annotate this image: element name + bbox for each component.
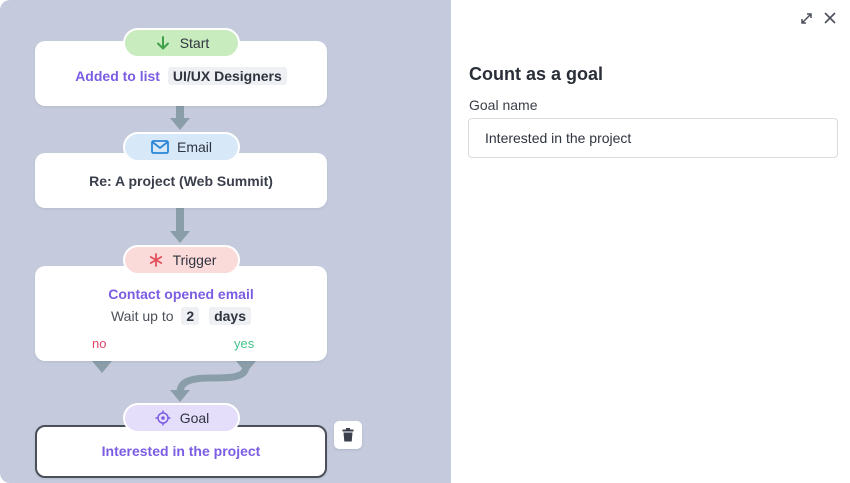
goal-pill[interactable]: Goal — [123, 403, 240, 433]
arrow-down-icon — [154, 34, 172, 52]
flow-canvas: Added to list UI/UX Designers Start Re: … — [0, 0, 451, 483]
expand-icon[interactable] — [798, 10, 814, 26]
wait-prefix: Wait up to — [110, 308, 174, 324]
trigger-card[interactable]: Contact opened email Wait up to 2 days n… — [35, 266, 327, 361]
wait-value: 2 — [181, 307, 200, 325]
branch-yes-label: yes — [234, 336, 255, 351]
wait-unit: days — [209, 307, 251, 325]
start-pill-label: Start — [179, 35, 210, 51]
trigger-wait: Wait up to 2 days — [35, 307, 327, 325]
goal-name-label: Goal name — [469, 97, 538, 113]
asterisk-icon — [147, 251, 165, 269]
start-description: Added to list UI/UX Designers — [35, 67, 327, 85]
branch-no-label: no — [92, 336, 107, 351]
goal-name-input[interactable] — [468, 118, 838, 158]
target-icon — [154, 409, 172, 427]
delete-goal-button[interactable] — [334, 421, 362, 449]
trigger-pill-label: Trigger — [172, 252, 217, 268]
close-icon[interactable] — [822, 10, 838, 26]
trigger-condition: Contact opened email — [108, 286, 254, 302]
email-pill[interactable]: Email — [123, 132, 240, 162]
start-text: Added to list — [75, 68, 160, 84]
goal-pill-label: Goal — [179, 410, 210, 426]
list-name-chip: UI/UX Designers — [167, 67, 287, 85]
app-frame: Added to list UI/UX Designers Start Re: … — [0, 0, 850, 483]
goal-settings-panel: Count as a goal Goal name — [451, 0, 850, 483]
panel-window-controls — [798, 10, 838, 26]
start-pill[interactable]: Start — [123, 28, 240, 58]
goal-name: Interested in the project — [101, 443, 261, 459]
email-pill-label: Email — [176, 139, 212, 155]
email-subject: Re: A project (Web Summit) — [89, 173, 273, 189]
trash-icon — [342, 428, 354, 442]
panel-title: Count as a goal — [469, 64, 604, 84]
envelope-icon — [151, 138, 169, 156]
trigger-pill[interactable]: Trigger — [123, 245, 240, 275]
